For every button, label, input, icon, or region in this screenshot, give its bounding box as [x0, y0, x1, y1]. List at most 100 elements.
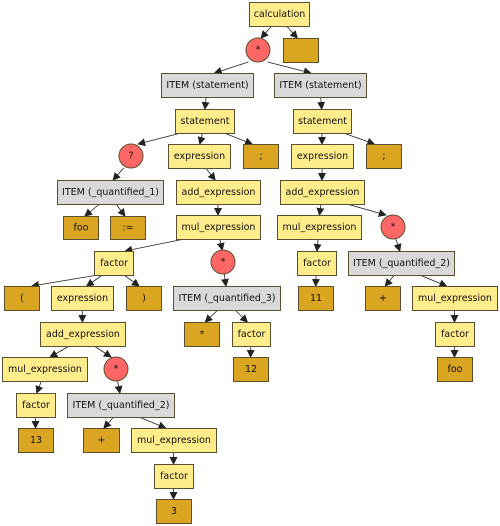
node-rule: statement — [293, 109, 352, 134]
node-label: factor — [238, 329, 266, 340]
node-quantifier: * — [103, 356, 129, 382]
node-rule: factor — [232, 322, 271, 347]
node-rule: factor — [94, 251, 134, 276]
node-label: + — [98, 435, 106, 446]
edge-n2-n4 — [213, 61, 249, 75]
node-quantifier: * — [380, 214, 406, 240]
node-label: * — [221, 257, 226, 268]
edge-n6-n9 — [223, 132, 254, 146]
node-item: ITEM (_quantified_2) — [348, 251, 455, 276]
node-label: factor — [303, 258, 331, 269]
node-label: mul_expression — [283, 222, 357, 233]
node-label: ITEM (_quantified_2) — [353, 258, 450, 269]
node-shape — [283, 38, 319, 63]
node-label: add_expression — [46, 329, 120, 340]
edge-n4-n6 — [201, 96, 210, 110]
node-quantifier: ? — [118, 143, 144, 169]
node-label: ITEM (_quantified_3) — [179, 293, 276, 304]
node-label: foo — [74, 223, 89, 234]
edge-n32-n37 — [94, 345, 112, 358]
node-label: ; — [382, 151, 385, 162]
edge-n18-n20 — [346, 203, 387, 217]
edge-n6-n7 — [137, 132, 181, 147]
node-item: ITEM (statement) — [274, 73, 367, 98]
node-quantifier: * — [210, 249, 236, 275]
edge-n36-n40 — [35, 380, 44, 394]
node-label: mul_expression — [8, 364, 82, 375]
node-item: ITEM (_quantified_1) — [57, 180, 164, 205]
edge-n24-n31 — [419, 274, 448, 288]
node-token: ( — [4, 286, 40, 311]
node-label: := — [122, 223, 133, 234]
node-label: statement — [298, 116, 347, 127]
node-label: ITEM (_quantified_2) — [73, 400, 170, 411]
node-rule: factor — [435, 322, 475, 347]
node-label: ITEM (statement) — [279, 80, 361, 91]
node-label: factor — [160, 471, 188, 482]
node-label: ) — [142, 293, 146, 304]
node-token: 13 — [18, 428, 54, 453]
edge-n28-n34 — [234, 309, 249, 323]
node-label: ITEM (_quantified_1) — [62, 187, 159, 198]
edge-n20-n24 — [393, 238, 402, 252]
node-label: add_expression — [182, 187, 256, 198]
node-label: 11 — [310, 293, 322, 304]
node-token: := — [110, 216, 146, 240]
edge-n6-n8 — [197, 132, 206, 145]
node-label: + — [379, 293, 387, 304]
node-rule: expression — [291, 144, 354, 169]
node-rule: calculation — [249, 2, 310, 27]
node-item: ITEM (statement) — [161, 73, 254, 98]
edge-n22-n28 — [221, 273, 229, 287]
node-label: ? — [128, 151, 133, 162]
node-label: * — [256, 45, 261, 56]
node-label: add_expression — [286, 187, 360, 198]
node-label: * — [114, 364, 119, 375]
edge-n28-n33 — [204, 309, 219, 323]
edge-n2-n5 — [267, 61, 312, 76]
node-label: expression — [57, 293, 108, 304]
edge-n32-n36 — [49, 345, 70, 358]
node-token: 12 — [233, 357, 269, 382]
edge-n1-n2 — [260, 25, 272, 39]
edge-n21-n27 — [123, 274, 140, 287]
node-label: ( — [20, 293, 24, 304]
edge-n41-n44 — [138, 416, 167, 430]
node-label: factor — [100, 258, 128, 269]
node-label: 13 — [30, 435, 42, 446]
edge-n13-n14 — [84, 203, 100, 217]
node-rule: add_expression — [40, 322, 126, 347]
edge-n1-n3 — [286, 25, 298, 39]
edge-n18-n19 — [316, 203, 325, 216]
node-item: ITEM (_quantified_2) — [67, 393, 175, 418]
node-label: ITEM (statement) — [166, 80, 248, 91]
node-rule: add_expression — [176, 180, 261, 205]
node-label: 12 — [245, 364, 257, 375]
node-token: 3 — [156, 499, 192, 524]
node-rule: factor — [154, 464, 194, 489]
node-token: * — [184, 322, 220, 347]
node-rule: mul_expression — [412, 286, 498, 311]
node-token: ; — [243, 144, 279, 169]
edge-n8-n16 — [205, 167, 216, 181]
node-label: expression — [297, 151, 348, 162]
edge-n37-n41 — [114, 380, 123, 394]
node-rule: mul_expression — [176, 215, 261, 240]
edge-n17-n21 — [124, 238, 185, 254]
node-label: expression — [174, 151, 225, 162]
node-label: * — [200, 329, 205, 340]
node-label: foo — [448, 364, 463, 375]
node-rule: add_expression — [280, 180, 365, 205]
node-token: foo — [437, 357, 473, 382]
edge-n17-n22 — [216, 238, 225, 251]
node-label: factor — [22, 400, 50, 411]
node-rule: mul_expression — [131, 428, 217, 453]
node-token — [283, 38, 319, 63]
node-label: factor — [441, 329, 469, 340]
node-rule: mul_expression — [277, 215, 362, 240]
node-label: statement — [181, 116, 230, 127]
node-label: mul_expression — [137, 435, 211, 446]
edge-n19-n23 — [313, 238, 322, 252]
node-label: calculation — [254, 9, 306, 20]
node-label: mul_expression — [182, 222, 256, 233]
